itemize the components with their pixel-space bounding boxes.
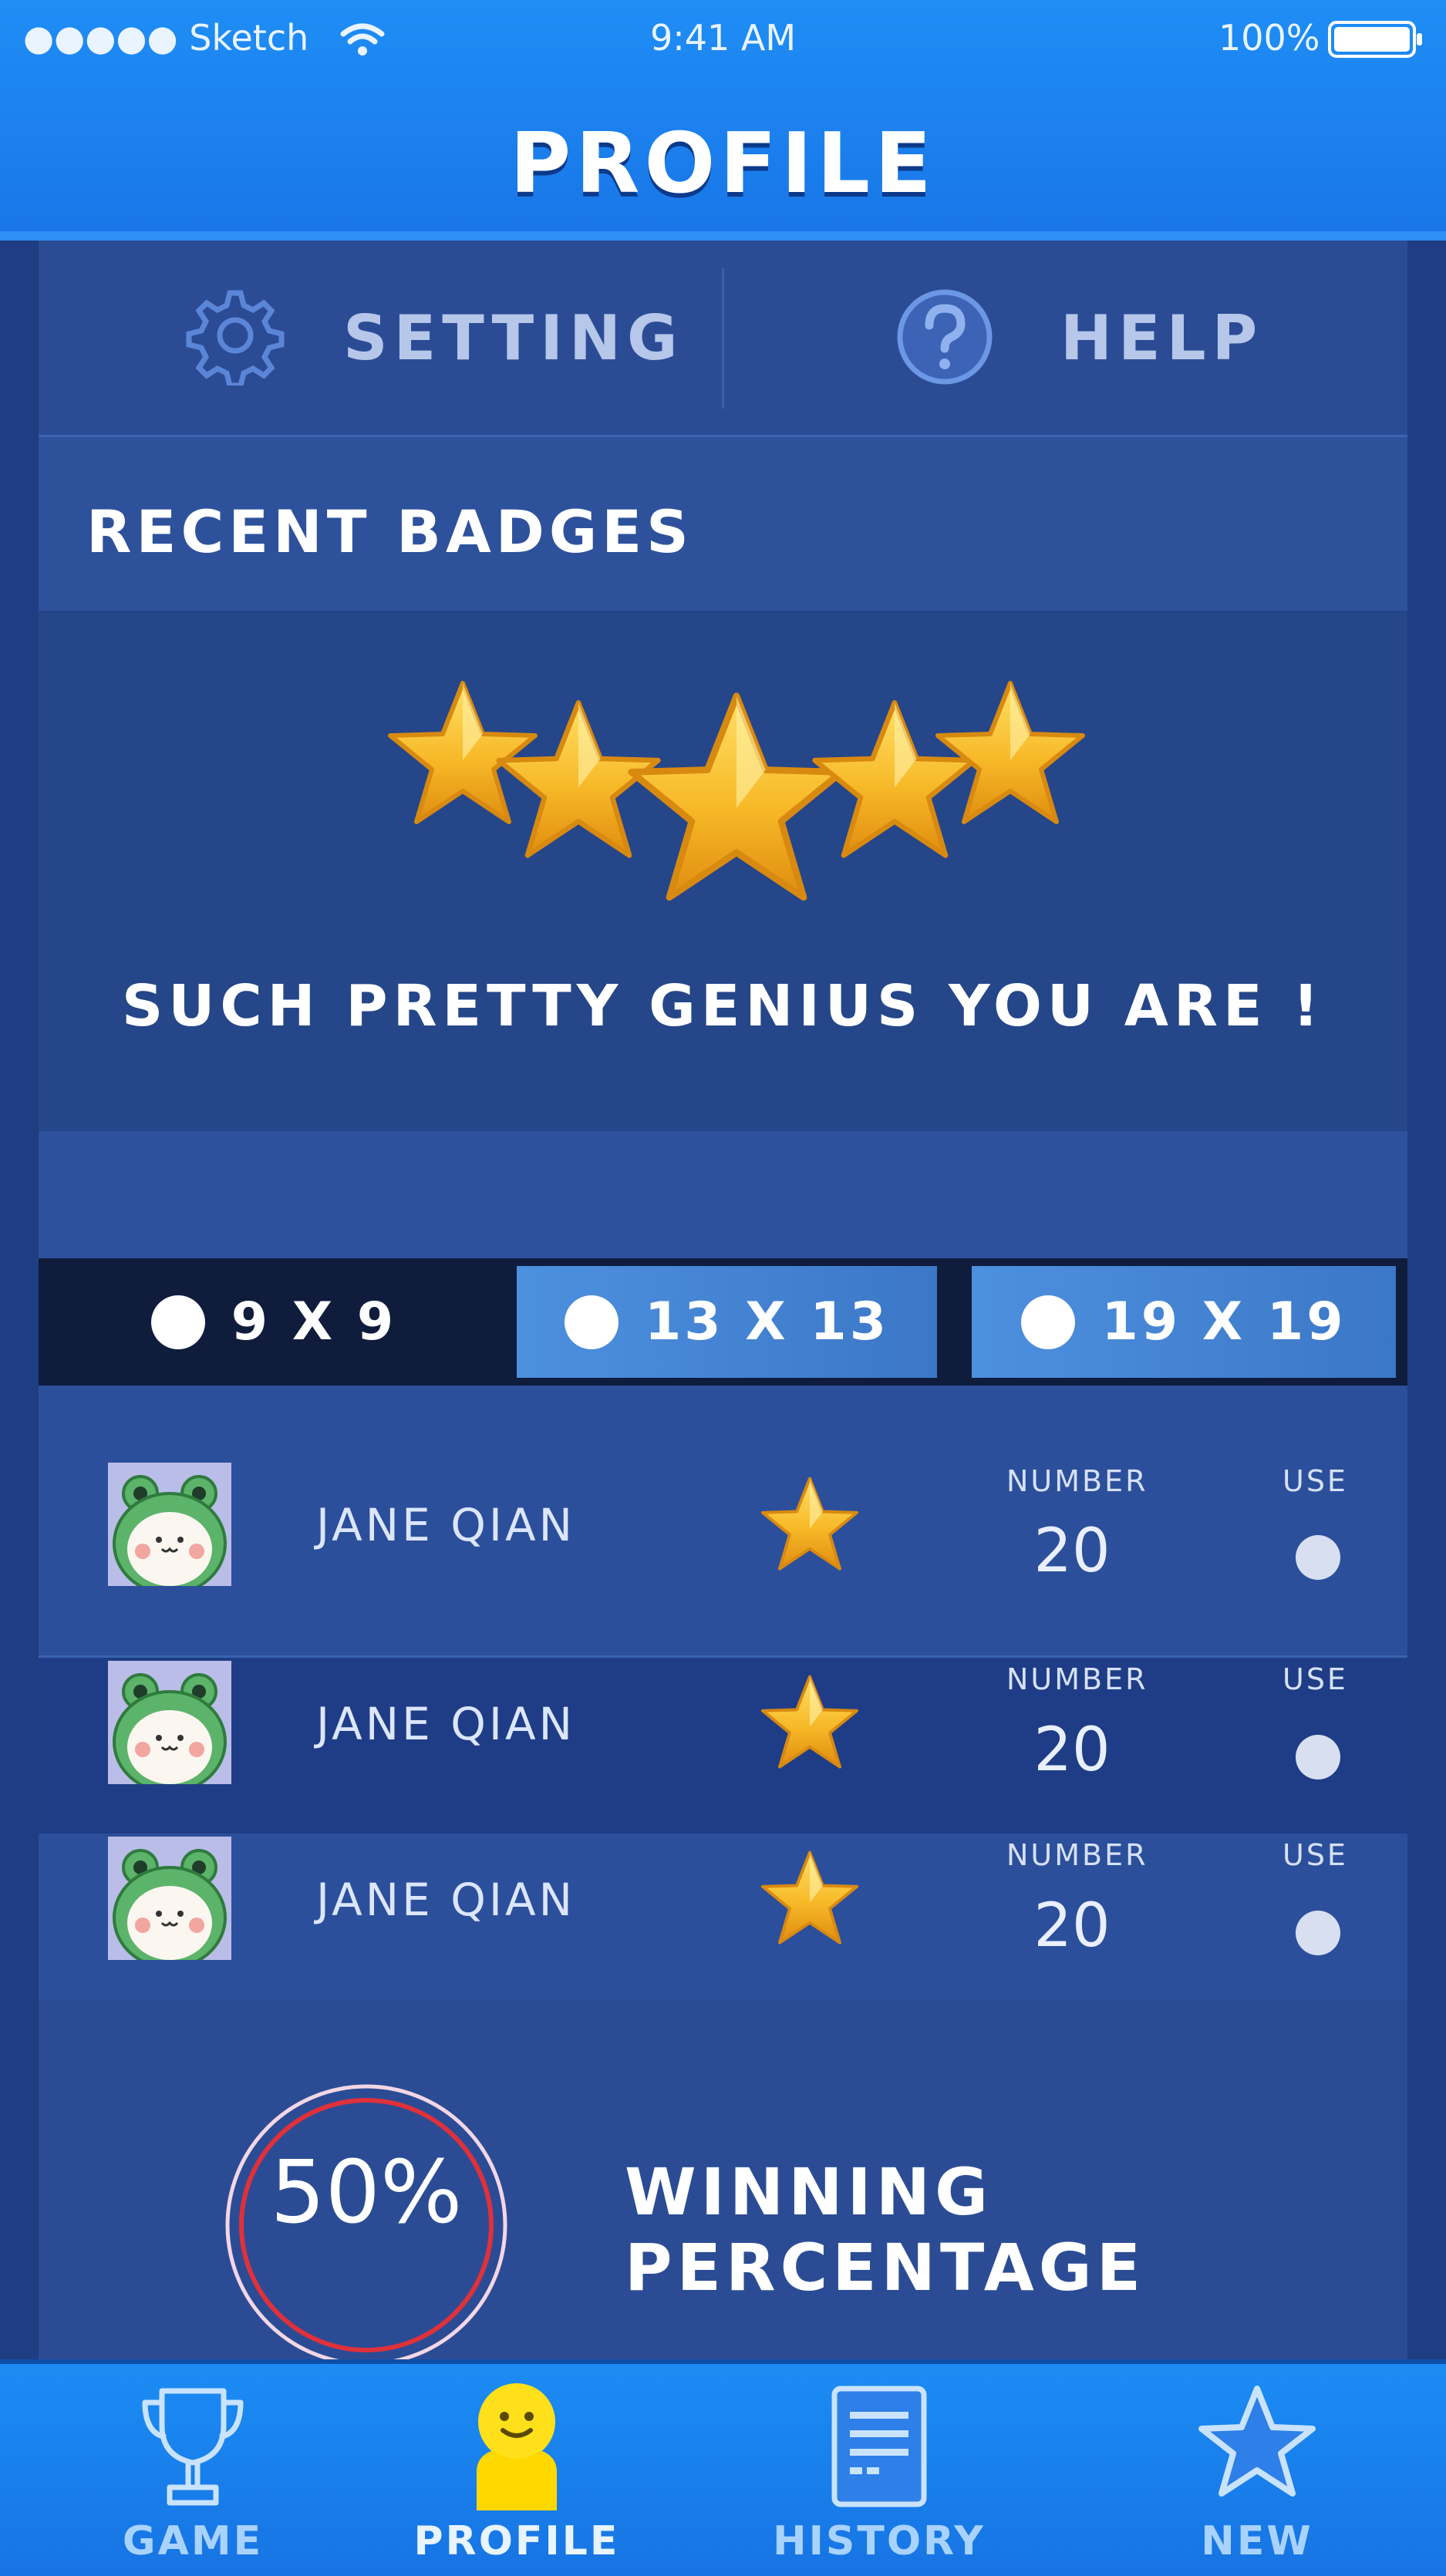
left-rail [0, 241, 39, 2362]
profile-panel: SETTING HELP RECENT BADGES SUCH PRETTY G… [39, 241, 1407, 2366]
player-number: 20 [1033, 1891, 1111, 1961]
list-item[interactable]: JANE QIAN NUMBER 20 USE [39, 1658, 1407, 1834]
winning-stats: 50% WINNING PERCENTAGE [39, 2000, 1407, 2366]
gear-icon [185, 285, 285, 389]
tab-history-label: HISTORY [773, 2518, 986, 2564]
number-column-header: NUMBER [1006, 1464, 1148, 1498]
tab-9x9[interactable]: 9 X 9 [46, 1266, 501, 1378]
tab-profile[interactable]: PROFILE [401, 2364, 632, 2576]
player-star-icon [760, 1850, 860, 1951]
section-spacer [39, 1131, 1407, 1258]
use-column-header: USE [1283, 1838, 1348, 1872]
battery-icon [1328, 20, 1424, 59]
tab-new-label: NEW [1201, 2518, 1313, 2564]
badge-caption: SUCH PRETTY GENIUS YOU ARE ! [121, 973, 1325, 1039]
tab-19x19[interactable]: 19 X 19 [972, 1266, 1396, 1378]
use-radio[interactable] [1296, 1735, 1340, 1780]
quick-actions-row: SETTING HELP [39, 241, 1407, 437]
trophy-icon [131, 2379, 254, 2514]
avatar [108, 1463, 231, 1586]
page-title: PROFILE [510, 116, 936, 212]
badge-star-5 [938, 683, 1083, 822]
player-name: JANE QIAN [316, 1698, 576, 1750]
list-item[interactable]: JANE QIAN NUMBER 20 USE [39, 1834, 1407, 2002]
setting-button[interactable]: SETTING [154, 279, 678, 395]
use-radio[interactable] [1296, 1535, 1340, 1580]
winning-value: 50% [270, 2143, 463, 2243]
board-size-tabs: 9 X 9 13 X 13 19 X 19 [39, 1258, 1407, 1386]
use-radio[interactable] [1296, 1911, 1340, 1955]
player-name: JANE QIAN [316, 1499, 576, 1551]
tab-9x9-radio [150, 1295, 205, 1349]
use-column-header: USE [1283, 1662, 1348, 1696]
tab-13x13[interactable]: 13 X 13 [517, 1266, 937, 1378]
bottom-tab-bar: GAME PROFILE HISTORY NEW [0, 2359, 1446, 2576]
list-item[interactable]: JANE QIAN NUMBER 20 USE [39, 1386, 1407, 1658]
player-name: JANE QIAN [316, 1874, 576, 1926]
quick-actions-divider [722, 268, 724, 409]
tab-game-label: GAME [122, 2518, 264, 2564]
number-column-header: NUMBER [1006, 1662, 1148, 1696]
tab-game[interactable]: GAME [77, 2364, 308, 2576]
player-number: 20 [1033, 1716, 1111, 1785]
setting-label: SETTING [343, 302, 684, 374]
use-column-header: USE [1283, 1464, 1348, 1498]
badge-star-2 [499, 702, 659, 855]
tab-profile-label: PROFILE [413, 2518, 620, 2564]
badge-star-1 [390, 683, 535, 822]
avatar [108, 1661, 231, 1784]
tab-19x19-label: 19 X 19 [1101, 1291, 1347, 1352]
recent-badges-title: RECENT BADGES [86, 497, 693, 566]
five-star-badge [347, 657, 1118, 942]
player-number: 20 [1033, 1517, 1111, 1586]
top-bar: ●●●●● Sketch 9:41 AM 100% PROFILE [0, 0, 1446, 241]
badge-star-3 [632, 696, 842, 897]
number-column-header: NUMBER [1006, 1838, 1148, 1872]
tab-new[interactable]: NEW [1141, 2364, 1373, 2576]
help-button[interactable]: HELP [887, 279, 1350, 395]
player-star-icon [760, 1477, 860, 1577]
winning-label: WINNING PERCENTAGE [625, 2154, 1146, 2305]
help-label: HELP [1060, 302, 1264, 374]
recent-badges-header: RECENT BADGES [39, 437, 1407, 611]
player-star-icon [760, 1675, 860, 1775]
battery-percent: 100% [1218, 17, 1320, 59]
badge-star-4 [815, 702, 975, 855]
avatar [108, 1837, 231, 1960]
recent-badges-area: SUCH PRETTY GENIUS YOU ARE ! [39, 611, 1407, 1131]
tab-13x13-radio [564, 1295, 619, 1349]
help-icon [895, 287, 995, 387]
tab-history[interactable]: HISTORY [763, 2364, 995, 2576]
right-rail [1407, 241, 1446, 2362]
star-outline-icon [1195, 2379, 1319, 2514]
tab-13x13-label: 13 X 13 [644, 1291, 890, 1352]
tab-9x9-label: 9 X 9 [231, 1291, 397, 1352]
document-icon [817, 2379, 941, 2514]
tab-19x19-radio [1021, 1295, 1076, 1349]
smiley-avatar-icon [455, 2379, 578, 2514]
